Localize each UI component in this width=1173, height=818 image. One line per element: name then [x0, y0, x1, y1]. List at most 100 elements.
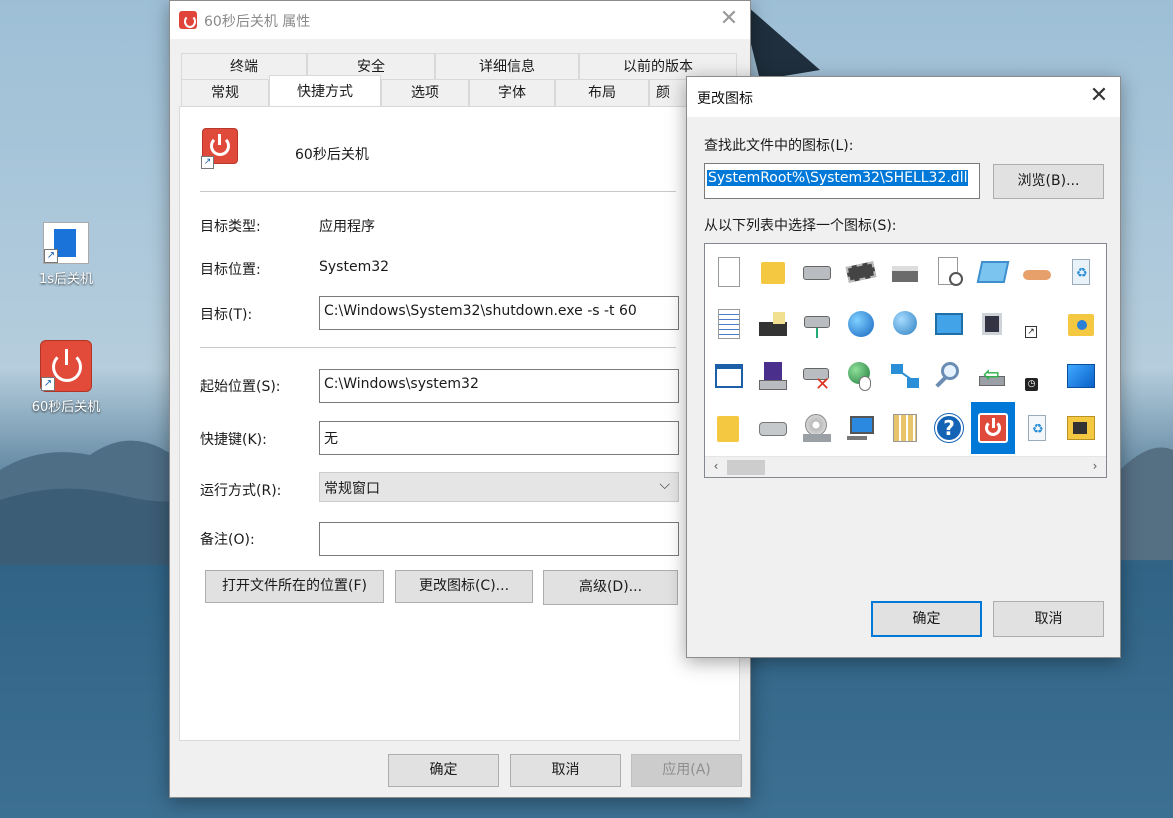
ok-button[interactable]: 确定 — [388, 754, 499, 787]
icon-list[interactable]: ♻ ↗ ✕ ⇦ ◷? ♻ ‹ › — [704, 243, 1107, 478]
icon-cell[interactable] — [971, 298, 1015, 350]
icon-cell[interactable] — [751, 350, 795, 402]
tab-row-1: 终端 安全 详细信息 以前的版本 — [181, 53, 737, 80]
tab-shortcut[interactable]: 快捷方式 — [269, 75, 381, 106]
icon-cell[interactable] — [927, 246, 971, 298]
icon-cell[interactable]: ♻ — [1059, 246, 1103, 298]
horizontal-scrollbar[interactable]: ‹ › — [705, 456, 1106, 477]
icon-cell[interactable] — [883, 402, 927, 454]
icon-cell[interactable] — [971, 246, 1015, 298]
icon-cell[interactable] — [751, 402, 795, 454]
tab-options[interactable]: 选项 — [381, 79, 469, 106]
open-file-location-button[interactable]: 打开文件所在的位置(F) — [205, 570, 384, 603]
scroll-thumb[interactable] — [727, 460, 765, 475]
blank-document-icon — [713, 256, 745, 288]
hotkey-field[interactable]: 无 — [319, 421, 679, 455]
network-globe-icon — [889, 308, 921, 340]
icon-cell[interactable] — [927, 350, 971, 402]
close-button[interactable]: ✕ — [714, 5, 744, 35]
desktop-shortcut-60s[interactable]: ↗ 60秒后关机 — [21, 340, 111, 415]
comment-field[interactable] — [319, 522, 679, 556]
icon-cell[interactable] — [707, 246, 751, 298]
icon-cell[interactable] — [707, 402, 751, 454]
computer-shortcut-icon — [977, 308, 1009, 340]
icon-cell[interactable] — [883, 298, 927, 350]
icon-cell[interactable] — [707, 298, 751, 350]
desktop-shortcut-label: 1s后关机 — [38, 272, 94, 287]
target-field[interactable]: C:\Windows\System32\shutdown.exe -s -t 6… — [319, 296, 679, 330]
separator — [200, 191, 676, 192]
scroll-right-icon[interactable]: › — [1087, 459, 1103, 473]
icon-cell[interactable] — [1059, 402, 1103, 454]
scroll-left-icon[interactable]: ‹ — [708, 459, 724, 473]
hotkey-label: 快捷键(K): — [200, 432, 267, 448]
memory-chip-icon — [845, 256, 877, 288]
target-label: 目标(T): — [200, 307, 253, 323]
printer-icon — [889, 256, 921, 288]
floppy-drive-icon — [757, 360, 789, 392]
icon-cell[interactable] — [795, 402, 839, 454]
icon-cell[interactable] — [839, 350, 883, 402]
folder-settings-icon — [1065, 308, 1097, 340]
desktop-shortcut-1s[interactable]: ↗ 1s后关机 — [21, 222, 111, 287]
control-panel-icon — [933, 308, 965, 340]
icon-cell[interactable] — [883, 246, 927, 298]
target-type-label: 目标类型: — [200, 219, 261, 235]
cd-drive-icon — [801, 412, 833, 444]
icon-cell[interactable] — [795, 246, 839, 298]
green-arrow-icon: ⇦ — [977, 360, 1009, 392]
power-icon — [977, 412, 1009, 444]
shortcut-arrow-icon: ↗ — [1021, 308, 1053, 340]
icon-cell[interactable] — [1059, 298, 1103, 350]
tab-general[interactable]: 常规 — [181, 79, 269, 106]
tab-details[interactable]: 详细信息 — [435, 53, 579, 80]
title-bar: 60秒后关机 属性 ✕ — [170, 1, 750, 39]
icon-cell[interactable] — [971, 402, 1015, 454]
start-in-field[interactable]: C:\Windows\system32 — [319, 369, 679, 403]
shortcut-name: 60秒后关机 — [295, 147, 369, 163]
browse-button[interactable]: 浏览(B)... — [993, 164, 1104, 199]
icon-cell[interactable]: ? — [927, 402, 971, 454]
icon-cell[interactable] — [927, 298, 971, 350]
cancel-button[interactable]: 取消 — [993, 601, 1104, 637]
apply-button[interactable]: 应用(A) — [631, 754, 742, 787]
ok-button[interactable]: 确定 — [871, 601, 982, 637]
icon-cell[interactable] — [883, 350, 927, 402]
change-icon-button[interactable]: 更改图标(C)... — [395, 570, 533, 603]
desktop-shortcut-label: 60秒后关机 — [31, 400, 101, 415]
icon-cell[interactable]: ⇦ — [971, 350, 1015, 402]
icon-cell[interactable]: ✕ — [795, 350, 839, 402]
tab-row-2: 常规 快捷方式 选项 字体 布局 颜 — [181, 75, 697, 106]
icon-cell[interactable]: ↗ — [1015, 298, 1059, 350]
icon-cell[interactable]: ◷ — [1015, 350, 1059, 402]
blue-desktop-icon — [1065, 360, 1097, 392]
close-button[interactable]: ✕ — [1084, 82, 1114, 112]
tab-layout[interactable]: 布局 — [555, 79, 649, 106]
icon-cell[interactable] — [839, 246, 883, 298]
comment-label: 备注(O): — [200, 532, 255, 548]
icon-cell[interactable] — [707, 350, 751, 402]
clock-badge-icon: ◷ — [1021, 360, 1053, 392]
network-icon — [889, 360, 921, 392]
tab-font[interactable]: 字体 — [469, 79, 555, 106]
advanced-button[interactable]: 高级(D)... — [543, 570, 678, 605]
icon-cell[interactable] — [839, 298, 883, 350]
folder-icon-2 — [713, 412, 745, 444]
icon-cell[interactable] — [1015, 246, 1059, 298]
run-select[interactable]: 常规窗口 ⌵ — [319, 472, 679, 502]
run-label: 运行方式(R): — [200, 483, 282, 499]
power-icon: ↗ — [40, 340, 92, 392]
icon-path-field[interactable]: SystemRoot%\System32\SHELL32.dll — [704, 163, 980, 199]
icon-cell[interactable] — [751, 298, 795, 350]
icon-cell[interactable] — [795, 298, 839, 350]
icon-cell[interactable] — [751, 246, 795, 298]
cancel-button[interactable]: 取消 — [510, 754, 621, 787]
tile-grid-icon — [889, 412, 921, 444]
icon-path-value: SystemRoot%\System32\SHELL32.dll — [707, 170, 969, 186]
icon-cell[interactable]: ♻ — [1015, 402, 1059, 454]
floppy-computer-icon — [757, 308, 789, 340]
icon-cell[interactable] — [1059, 350, 1103, 402]
chevron-down-icon: ⌵ — [659, 477, 670, 493]
icon-cell[interactable] — [839, 402, 883, 454]
internet-globe-icon — [845, 308, 877, 340]
